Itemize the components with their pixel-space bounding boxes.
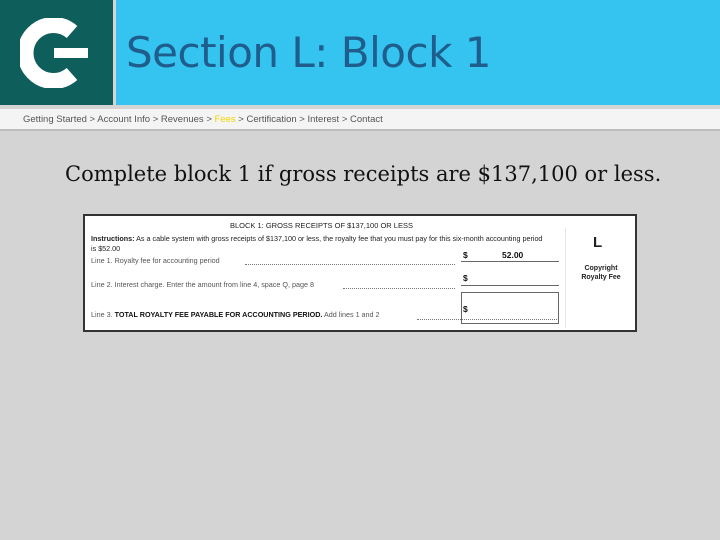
line-3-bold: TOTAL ROYALTY FEE PAYABLE FOR ACCOUNTING… (114, 310, 323, 319)
line-3-prefix: Line 3. (91, 310, 113, 319)
breadcrumb-separator: > (206, 114, 212, 125)
breadcrumb-item-certification[interactable]: Certification (246, 114, 296, 125)
breadcrumb-separator: > (299, 114, 305, 125)
breadcrumb-item-account-info[interactable]: Account Info (97, 114, 150, 125)
headline: Complete block 1 if gross receipts are $… (65, 162, 662, 186)
breadcrumb-separator: > (238, 114, 244, 125)
breadcrumb-item-contact[interactable]: Contact (350, 114, 383, 125)
line-1-field (461, 261, 559, 262)
space-label: Copyright Royalty Fee (575, 264, 627, 282)
form-line-3: Line 3. TOTAL ROYALTY FEE PAYABLE FOR AC… (91, 310, 380, 319)
breadcrumb-item-interest[interactable]: Interest (308, 114, 340, 125)
breadcrumb-bar: Getting Started > Account Info > Revenue… (0, 109, 720, 131)
breadcrumb-separator: > (341, 114, 348, 125)
currency-symbol: $ (463, 273, 468, 283)
line-2-field (461, 285, 559, 286)
form-instructions: Instructions: As a cable system with gro… (91, 234, 546, 253)
instructions-label: Instructions: (91, 234, 135, 243)
title-bar: Section L: Block 1 (116, 0, 720, 105)
currency-symbol: $ (463, 304, 468, 314)
breadcrumb: Getting Started > Account Info > Revenue… (23, 114, 383, 125)
breadcrumb-item-getting-started[interactable]: Getting Started (23, 114, 87, 125)
breadcrumb-separator: > (89, 114, 96, 125)
currency-symbol: $ (463, 250, 468, 260)
space-label-line-2: Royalty Fee (581, 274, 621, 281)
space-label-line-1: Copyright (584, 265, 618, 272)
line-3-total-box (461, 292, 559, 324)
leader-dots (245, 264, 455, 265)
page-title: Section L: Block 1 (126, 28, 491, 77)
block1-form-image: BLOCK 1: GROSS RECEIPTS OF $137,100 OR L… (83, 214, 637, 332)
line-3-suffix: Add lines 1 and 2 (324, 310, 380, 319)
space-letter: L (593, 234, 603, 251)
form-line-2: Line 2. Interest charge. Enter the amoun… (91, 280, 314, 289)
copyright-c-icon (20, 18, 88, 88)
side-divider (565, 228, 566, 328)
form-line-1: Line 1. Royalty fee for accounting perio… (91, 256, 220, 265)
breadcrumb-separator: > (152, 114, 159, 125)
instructions-text: As a cable system with gross receipts of… (91, 234, 543, 253)
leader-dots (343, 288, 455, 289)
line-1-amount: 52.00 (502, 250, 524, 260)
logo (0, 0, 113, 105)
breadcrumb-item-revenues[interactable]: Revenues (161, 114, 204, 125)
form-title: BLOCK 1: GROSS RECEIPTS OF $137,100 OR L… (230, 221, 413, 230)
breadcrumb-item-fees[interactable]: Fees (215, 114, 236, 125)
